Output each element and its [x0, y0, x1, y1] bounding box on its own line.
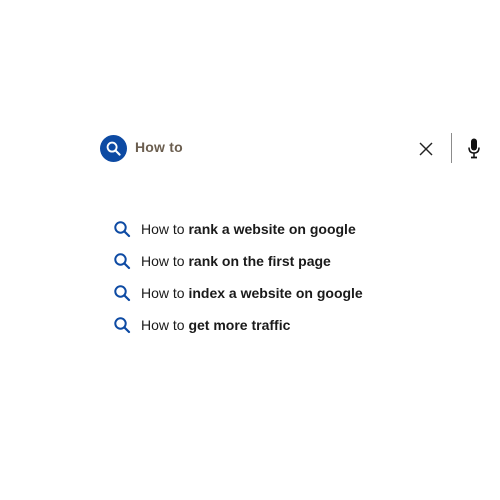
- suggestion-completion: index a website on google: [188, 285, 363, 301]
- suggestion-completion: rank a website on google: [188, 221, 356, 237]
- search-icon: [106, 141, 121, 156]
- suggestion-item[interactable]: How to rank a website on google: [113, 213, 413, 245]
- close-icon[interactable]: [418, 141, 434, 157]
- suggestion-item[interactable]: How to get more traffic: [113, 309, 413, 341]
- suggestion-text: How to rank a website on google: [141, 221, 356, 237]
- suggestion-item[interactable]: How to index a website on google: [113, 277, 413, 309]
- search-icon: [114, 253, 131, 270]
- suggestion-completion: get more traffic: [188, 317, 291, 333]
- suggestion-text: How to get more traffic: [141, 317, 290, 333]
- search-icon: [114, 317, 131, 334]
- microphone-icon[interactable]: [467, 138, 481, 160]
- search-input[interactable]: How to: [135, 139, 183, 155]
- divider: [451, 133, 452, 163]
- suggestion-prefix: How to: [141, 253, 185, 269]
- search-icon: [114, 221, 131, 238]
- suggestion-list: How to rank a website on google How to r…: [113, 213, 413, 341]
- suggestion-prefix: How to: [141, 221, 185, 237]
- suggestion-text: How to index a website on google: [141, 285, 363, 301]
- search-bar: How to: [100, 133, 480, 163]
- suggestion-text: How to rank on the first page: [141, 253, 331, 269]
- suggestion-prefix: How to: [141, 317, 185, 333]
- search-icon: [114, 285, 131, 302]
- suggestion-item[interactable]: How to rank on the first page: [113, 245, 413, 277]
- suggestion-completion: rank on the first page: [188, 253, 331, 269]
- suggestion-prefix: How to: [141, 285, 185, 301]
- search-button[interactable]: [100, 135, 127, 162]
